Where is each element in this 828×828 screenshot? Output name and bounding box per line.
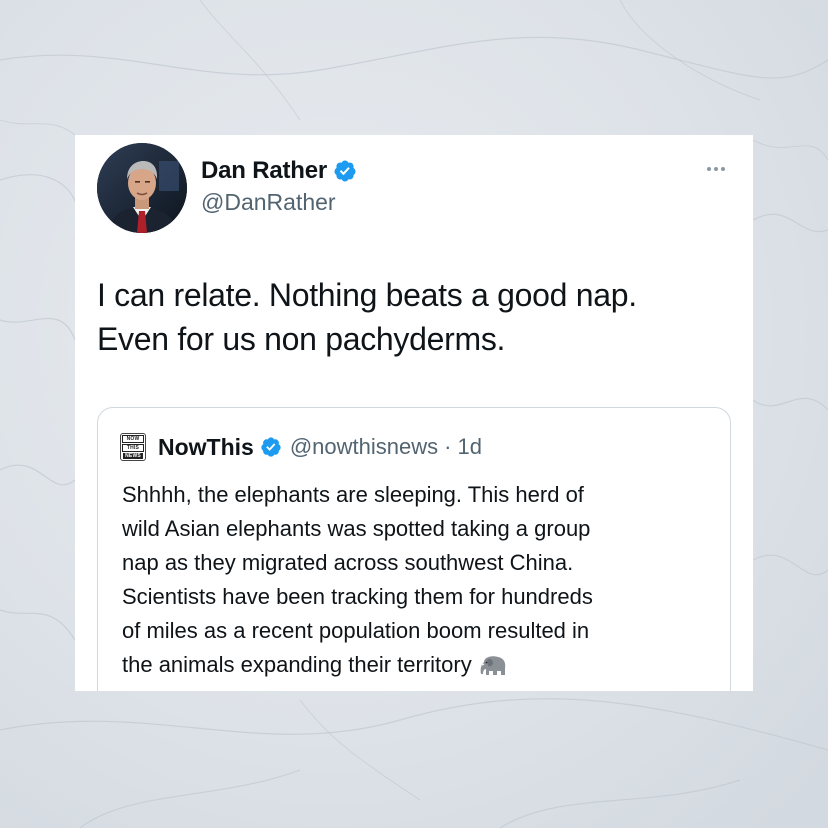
quoted-tweet-header: NOW THIS NEWS NowThis @nowthisnews · 1d bbox=[120, 430, 482, 464]
quoted-text-line: Scientists have been tracking them for h… bbox=[122, 584, 593, 609]
quoted-text-line: wild Asian elephants was spotted taking … bbox=[122, 516, 591, 541]
separator-dot: · bbox=[444, 434, 452, 459]
author-handle[interactable]: @DanRather bbox=[201, 189, 336, 216]
verified-badge-icon bbox=[261, 437, 281, 457]
quoted-text-line: nap as they migrated across southwest Ch… bbox=[122, 550, 574, 575]
more-dot bbox=[714, 167, 718, 171]
logo-text: THIS bbox=[122, 443, 144, 452]
more-dot bbox=[707, 167, 711, 171]
avatar[interactable] bbox=[97, 143, 187, 233]
quoted-text-line: of miles as a recent population boom res… bbox=[122, 618, 590, 643]
quoted-tweet-text: Shhhh, the elephants are sleeping. This … bbox=[122, 478, 722, 682]
logo-text: NEWS bbox=[123, 452, 143, 459]
nowthis-logo-icon[interactable]: NOW THIS NEWS bbox=[120, 433, 146, 461]
elephant-emoji-icon bbox=[480, 656, 505, 676]
more-options-icon[interactable] bbox=[701, 161, 731, 177]
quoted-text-line: Shhhh, the elephants are sleeping. This … bbox=[122, 482, 584, 507]
quoted-tweet[interactable]: NOW THIS NEWS NowThis @nowthisnews · 1d … bbox=[97, 407, 731, 691]
tweet-card[interactable]: Dan Rather @DanRather I can relate. Noth… bbox=[75, 135, 753, 691]
quoted-text-line-last: the animals expanding their territory bbox=[122, 648, 722, 682]
avatar-photo bbox=[97, 143, 187, 233]
logo-text: NOW bbox=[122, 435, 144, 444]
quoted-timestamp[interactable]: 1d bbox=[457, 434, 481, 460]
author-name[interactable]: Dan Rather bbox=[201, 157, 327, 185]
quoted-author-handle[interactable]: @nowthisnews bbox=[290, 434, 438, 460]
more-dot bbox=[721, 167, 725, 171]
quoted-text-line: the animals expanding their territory bbox=[122, 652, 472, 677]
tweet-text-line: Even for us non pachyderms. bbox=[97, 321, 506, 357]
quoted-author-name[interactable]: NowThis bbox=[158, 434, 254, 461]
tweet-text-line: I can relate. Nothing beats a good nap. bbox=[97, 277, 637, 313]
verified-badge-icon bbox=[334, 160, 356, 182]
author-name-row: Dan Rather bbox=[201, 155, 357, 187]
tweet-text: I can relate. Nothing beats a good nap. … bbox=[97, 273, 737, 361]
